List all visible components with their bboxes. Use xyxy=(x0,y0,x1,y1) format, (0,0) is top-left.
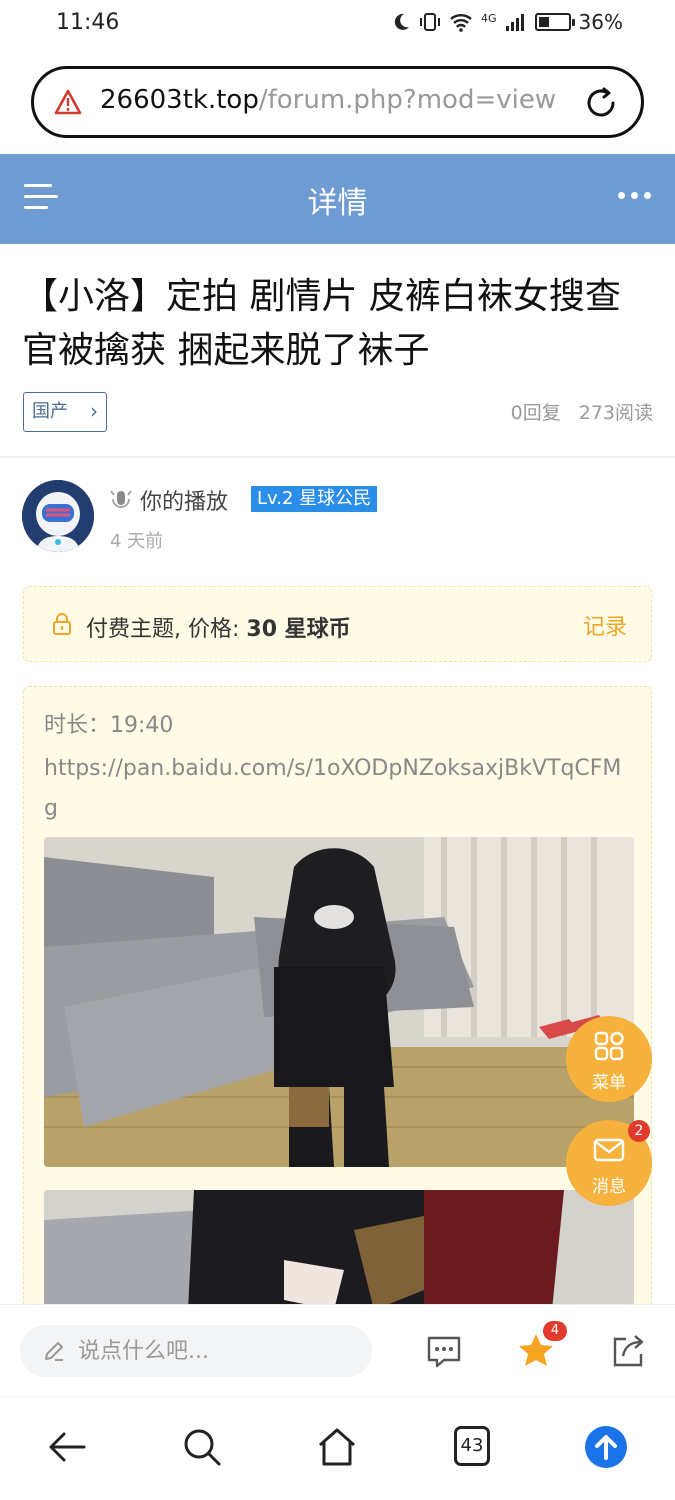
paid-text: 付费主题, 价格: 30 星球币 xyxy=(86,611,351,643)
divider xyxy=(0,456,675,458)
more-icon[interactable] xyxy=(618,192,651,199)
grid-menu-icon xyxy=(594,1031,624,1061)
paid-topic-box: 付费主题, 价格: 30 星球币 记录 xyxy=(23,586,652,662)
paid-label: 付费主题, 价格: xyxy=(86,617,247,642)
moon-icon xyxy=(394,13,410,30)
photo-scene xyxy=(44,837,634,1167)
reply-count: 0回复 xyxy=(510,402,561,424)
comment-input-wrapper[interactable] xyxy=(20,1325,372,1377)
author-name-text: 你的播放 xyxy=(140,490,229,515)
comment-input[interactable] xyxy=(78,1333,358,1369)
battery-icon xyxy=(534,13,575,31)
status-bar: 11:46 4G 36% xyxy=(0,0,675,52)
vibrate-icon xyxy=(420,13,441,31)
reload-icon[interactable] xyxy=(583,85,619,121)
content-box: 时长：19:40 https://pan.baidu.com/s/1oXODpN… xyxy=(23,686,652,1326)
level-badge: Lv.2 星球公民 xyxy=(251,486,378,512)
status-time: 11:46 xyxy=(56,10,120,35)
category-tag[interactable]: 国产 › xyxy=(23,392,107,432)
message-fab-label: 消息 xyxy=(592,1177,626,1197)
record-link[interactable]: 记录 xyxy=(583,609,627,641)
post-time: 4 天前 xyxy=(110,531,164,552)
post-image[interactable] xyxy=(44,837,634,1167)
content-duration: 时长：19:40 xyxy=(44,713,174,738)
category-label: 国产 xyxy=(32,401,68,422)
app-header: 详情 xyxy=(0,154,675,244)
url-host: 26603tk.top xyxy=(100,85,259,115)
view-count: 273阅读 xyxy=(578,402,653,424)
paid-price: 30 星球币 xyxy=(246,617,351,642)
network-type: 4G xyxy=(481,11,497,25)
back-arrow-icon[interactable] xyxy=(46,1425,90,1469)
search-icon[interactable] xyxy=(180,1425,224,1469)
comment-bar xyxy=(0,1304,675,1396)
message-badge: 2 xyxy=(628,1120,650,1142)
message-fab-button[interactable]: 消息 2 xyxy=(566,1120,652,1206)
wifi-icon xyxy=(450,14,472,32)
favorite-badge: 4 xyxy=(543,1321,567,1341)
chevron-right-icon: › xyxy=(90,399,98,423)
lock-icon xyxy=(53,613,71,635)
status-icons: 4G 36% xyxy=(391,10,623,34)
url-bar[interactable]: 26603tk.top/forum.php?mod=view xyxy=(31,66,644,138)
author-name[interactable]: 你的播放 xyxy=(108,484,228,516)
warning-icon[interactable] xyxy=(54,89,82,115)
header-title: 详情 xyxy=(307,186,368,221)
menu-fab-label: 菜单 xyxy=(592,1073,626,1093)
comment-icon[interactable] xyxy=(424,1331,464,1371)
battery-fill xyxy=(538,17,549,27)
pencil-icon xyxy=(45,1342,63,1361)
mail-icon xyxy=(593,1138,625,1162)
share-icon[interactable] xyxy=(608,1331,648,1371)
menu-fab-button[interactable]: 菜单 xyxy=(566,1016,652,1102)
tab-count-button[interactable]: 43 xyxy=(454,1426,490,1466)
post-stats: 0回复 273阅读 xyxy=(511,398,653,425)
signal-icon xyxy=(505,14,524,31)
content-link[interactable]: https://pan.baidu.com/s/1oXODpNZoksaxjBk… xyxy=(44,749,634,829)
url-text[interactable]: 26603tk.top/forum.php?mod=view xyxy=(100,85,590,115)
battery-percent: 36% xyxy=(578,10,623,34)
post-title: 【小洛】定拍 剧情片 皮裤白袜女搜查官被擒获 捆起来脱了袜子 xyxy=(22,276,621,371)
browser-nav-bar xyxy=(0,1396,675,1500)
upload-icon[interactable] xyxy=(584,1425,628,1469)
home-icon[interactable] xyxy=(315,1425,359,1469)
microphone-icon xyxy=(110,490,132,508)
astronaut-avatar-icon xyxy=(22,480,94,552)
url-path: /forum.php?mod=view xyxy=(258,85,557,115)
avatar[interactable] xyxy=(22,480,94,552)
